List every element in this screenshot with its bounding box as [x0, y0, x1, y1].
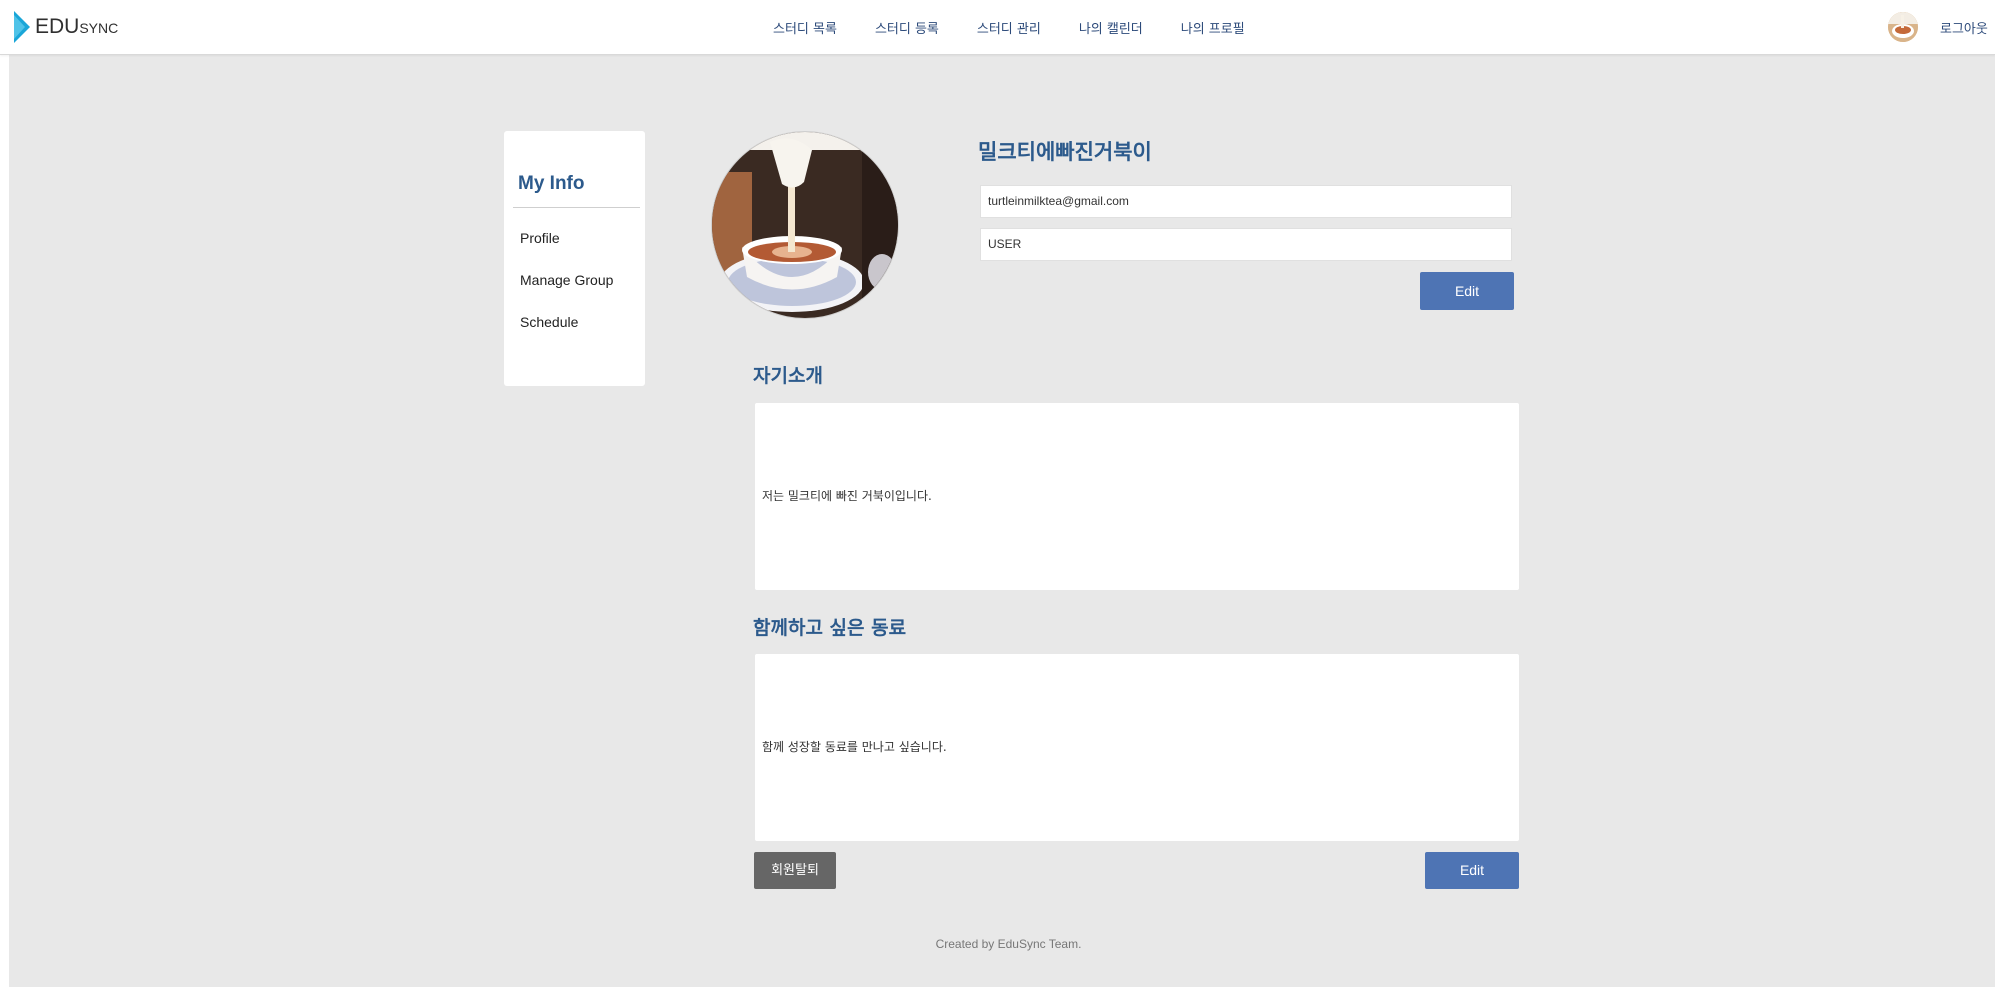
nav-study-manage[interactable]: 스터디 관리	[977, 18, 1041, 37]
profile-nickname: 밀크티에빠진거북이	[978, 140, 1152, 164]
sidebar-item-profile[interactable]: Profile	[520, 230, 560, 246]
nav-study-register[interactable]: 스터디 등록	[875, 18, 939, 37]
profile-edit-button[interactable]: Edit	[1420, 272, 1514, 310]
milk-tea-avatar	[1888, 12, 1918, 42]
sidebar-divider	[513, 207, 640, 208]
user-avatar[interactable]	[1888, 12, 1918, 42]
intro-textbox[interactable]: 저는 밀크티에 빠진 거북이입니다.	[755, 403, 1519, 590]
intro-title: 자기소개	[753, 365, 823, 387]
logo-text-sync: SYNC	[79, 20, 119, 36]
sidebar-item-schedule[interactable]: Schedule	[520, 314, 578, 330]
peer-textbox[interactable]: 함께 성장할 동료를 만나고 싶습니다.	[755, 654, 1519, 841]
peer-title: 함께하고 싶은 동료	[753, 617, 907, 639]
footer-text: Created by EduSync Team.	[935, 937, 1082, 951]
edusync-play-logo-icon	[14, 11, 30, 43]
logout-link[interactable]: 로그아웃	[1940, 18, 1988, 37]
bio-edit-button[interactable]: Edit	[1425, 852, 1519, 889]
nav-study-list[interactable]: 스터디 목록	[773, 18, 837, 37]
peer-text: 함께 성장할 동료를 만나고 싶습니다.	[762, 740, 947, 754]
left-edge-strip	[0, 0, 9, 987]
role-field[interactable]: USER	[980, 228, 1512, 261]
email-field[interactable]: turtleinmilktea@gmail.com	[980, 185, 1512, 218]
sidebar: My Info Profile Manage Group Schedule	[504, 131, 645, 386]
sidebar-title: My Info	[518, 173, 585, 194]
main-nav: 스터디 목록 스터디 등록 스터디 관리 나의 캘린더 나의 프로필	[773, 0, 1283, 54]
sidebar-item-manage-group[interactable]: Manage Group	[520, 272, 613, 288]
edusync-logo[interactable]: EDUSYNC	[14, 11, 118, 43]
top-navigation-bar: EDUSYNC 스터디 목록 스터디 등록 스터디 관리 나의 캘린더 나의 프…	[0, 0, 1995, 55]
logo-text-edu: EDU	[35, 15, 80, 38]
withdraw-button[interactable]: 회원탈퇴	[754, 852, 836, 889]
intro-text: 저는 밀크티에 빠진 거북이입니다.	[762, 489, 932, 503]
milk-tea-profile-photo	[712, 132, 898, 318]
nav-my-calendar[interactable]: 나의 캘린더	[1079, 18, 1143, 37]
logo-wordmark: EDUSYNC	[35, 15, 118, 39]
nav-my-profile[interactable]: 나의 프로필	[1181, 18, 1245, 37]
profile-photo	[711, 131, 899, 319]
